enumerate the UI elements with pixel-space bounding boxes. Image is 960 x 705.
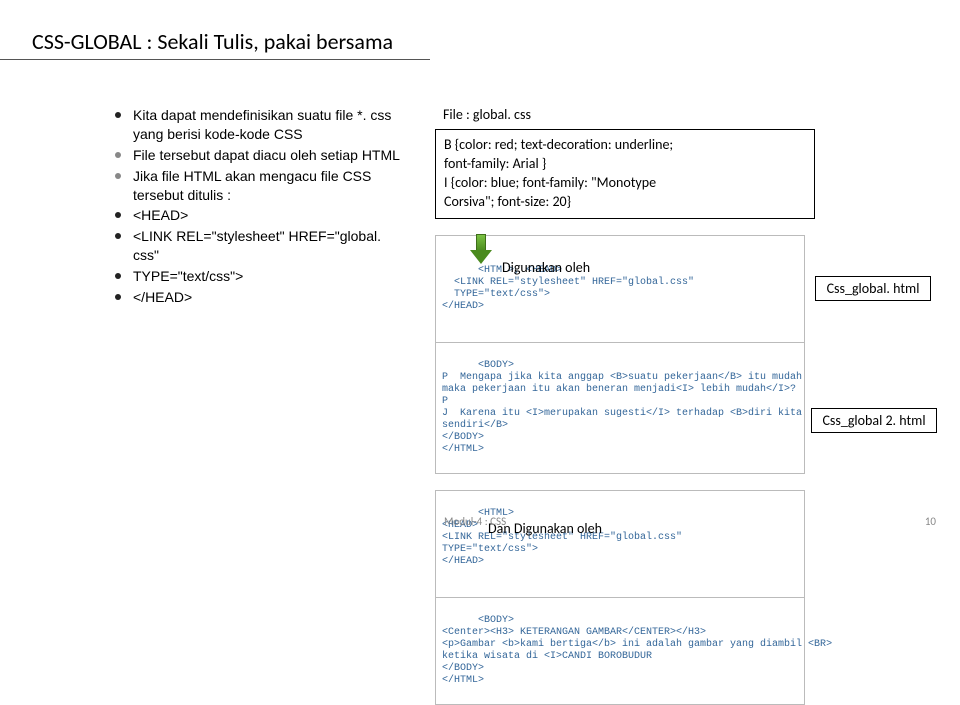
list-item: <LINK REL="stylesheet" HREF="global. css… bbox=[115, 227, 405, 265]
bullet-text: File tersebut dapat diacu oleh setiap HT… bbox=[133, 146, 400, 165]
content-area: Kita dapat mendefinisikan suatu file *. … bbox=[0, 60, 960, 705]
down-arrow-icon bbox=[470, 234, 492, 266]
list-item: </HEAD> bbox=[115, 288, 405, 307]
bullet-icon bbox=[115, 112, 121, 118]
list-item: Jika file HTML akan mengacu file CSS ter… bbox=[115, 167, 405, 205]
code-body: <BODY> <Center><H3> KETERANGAN GAMBAR</C… bbox=[442, 615, 832, 686]
bullet-text: <LINK REL="stylesheet" HREF="global. css… bbox=[133, 227, 405, 265]
bullet-icon bbox=[115, 152, 121, 158]
css-line: B {color: red; text-decoration: underlin… bbox=[444, 136, 806, 155]
css-line: I {color: blue; font-family: "Monotype bbox=[444, 174, 806, 193]
bullet-text: Jika file HTML akan mengacu file CSS ter… bbox=[133, 167, 405, 205]
file-label: File : global. css bbox=[443, 106, 905, 123]
bullet-icon bbox=[115, 233, 121, 239]
css-code-box: B {color: red; text-decoration: underlin… bbox=[435, 129, 815, 219]
list-item: <HEAD> bbox=[115, 206, 405, 225]
css-line: Corsiva"; font-size: 20} bbox=[444, 193, 806, 212]
bullet-icon bbox=[115, 173, 121, 179]
overlay-label: Digunakan oleh bbox=[502, 260, 590, 277]
filename-tag-2: Css_global 2. html bbox=[811, 408, 937, 433]
bullet-icon bbox=[115, 294, 121, 300]
css-line: font-family: Arial } bbox=[444, 155, 806, 174]
left-column: Kita dapat mendefinisikan suatu file *. … bbox=[115, 106, 405, 705]
html-snippet-1: <HTML>, <HEAD> <LINK REL="stylesheet" HR… bbox=[435, 235, 805, 474]
bullet-text: <HEAD> bbox=[133, 206, 188, 225]
bullet-icon bbox=[115, 212, 121, 218]
footer-module: Modul-4 : CSS bbox=[444, 515, 506, 528]
page-number: 10 bbox=[925, 515, 936, 528]
code-body: <BODY> P Mengapa jika kita anggap <B>sua… bbox=[442, 360, 802, 455]
bullet-text: Kita dapat mendefinisikan suatu file *. … bbox=[133, 106, 405, 144]
bullet-icon bbox=[115, 273, 121, 279]
bullet-text: </HEAD> bbox=[133, 288, 192, 307]
list-item: TYPE="text/css"> bbox=[115, 267, 405, 286]
list-item: File tersebut dapat diacu oleh setiap HT… bbox=[115, 146, 405, 165]
list-item: Kita dapat mendefinisikan suatu file *. … bbox=[115, 106, 405, 144]
bullet-text: TYPE="text/css"> bbox=[133, 267, 243, 286]
slide-title: CSS-GLOBAL : Sekali Tulis, pakai bersama bbox=[0, 0, 430, 60]
filename-tag-1: Css_global. html bbox=[815, 276, 931, 301]
right-column: File : global. css B {color: red; text-d… bbox=[435, 106, 905, 705]
